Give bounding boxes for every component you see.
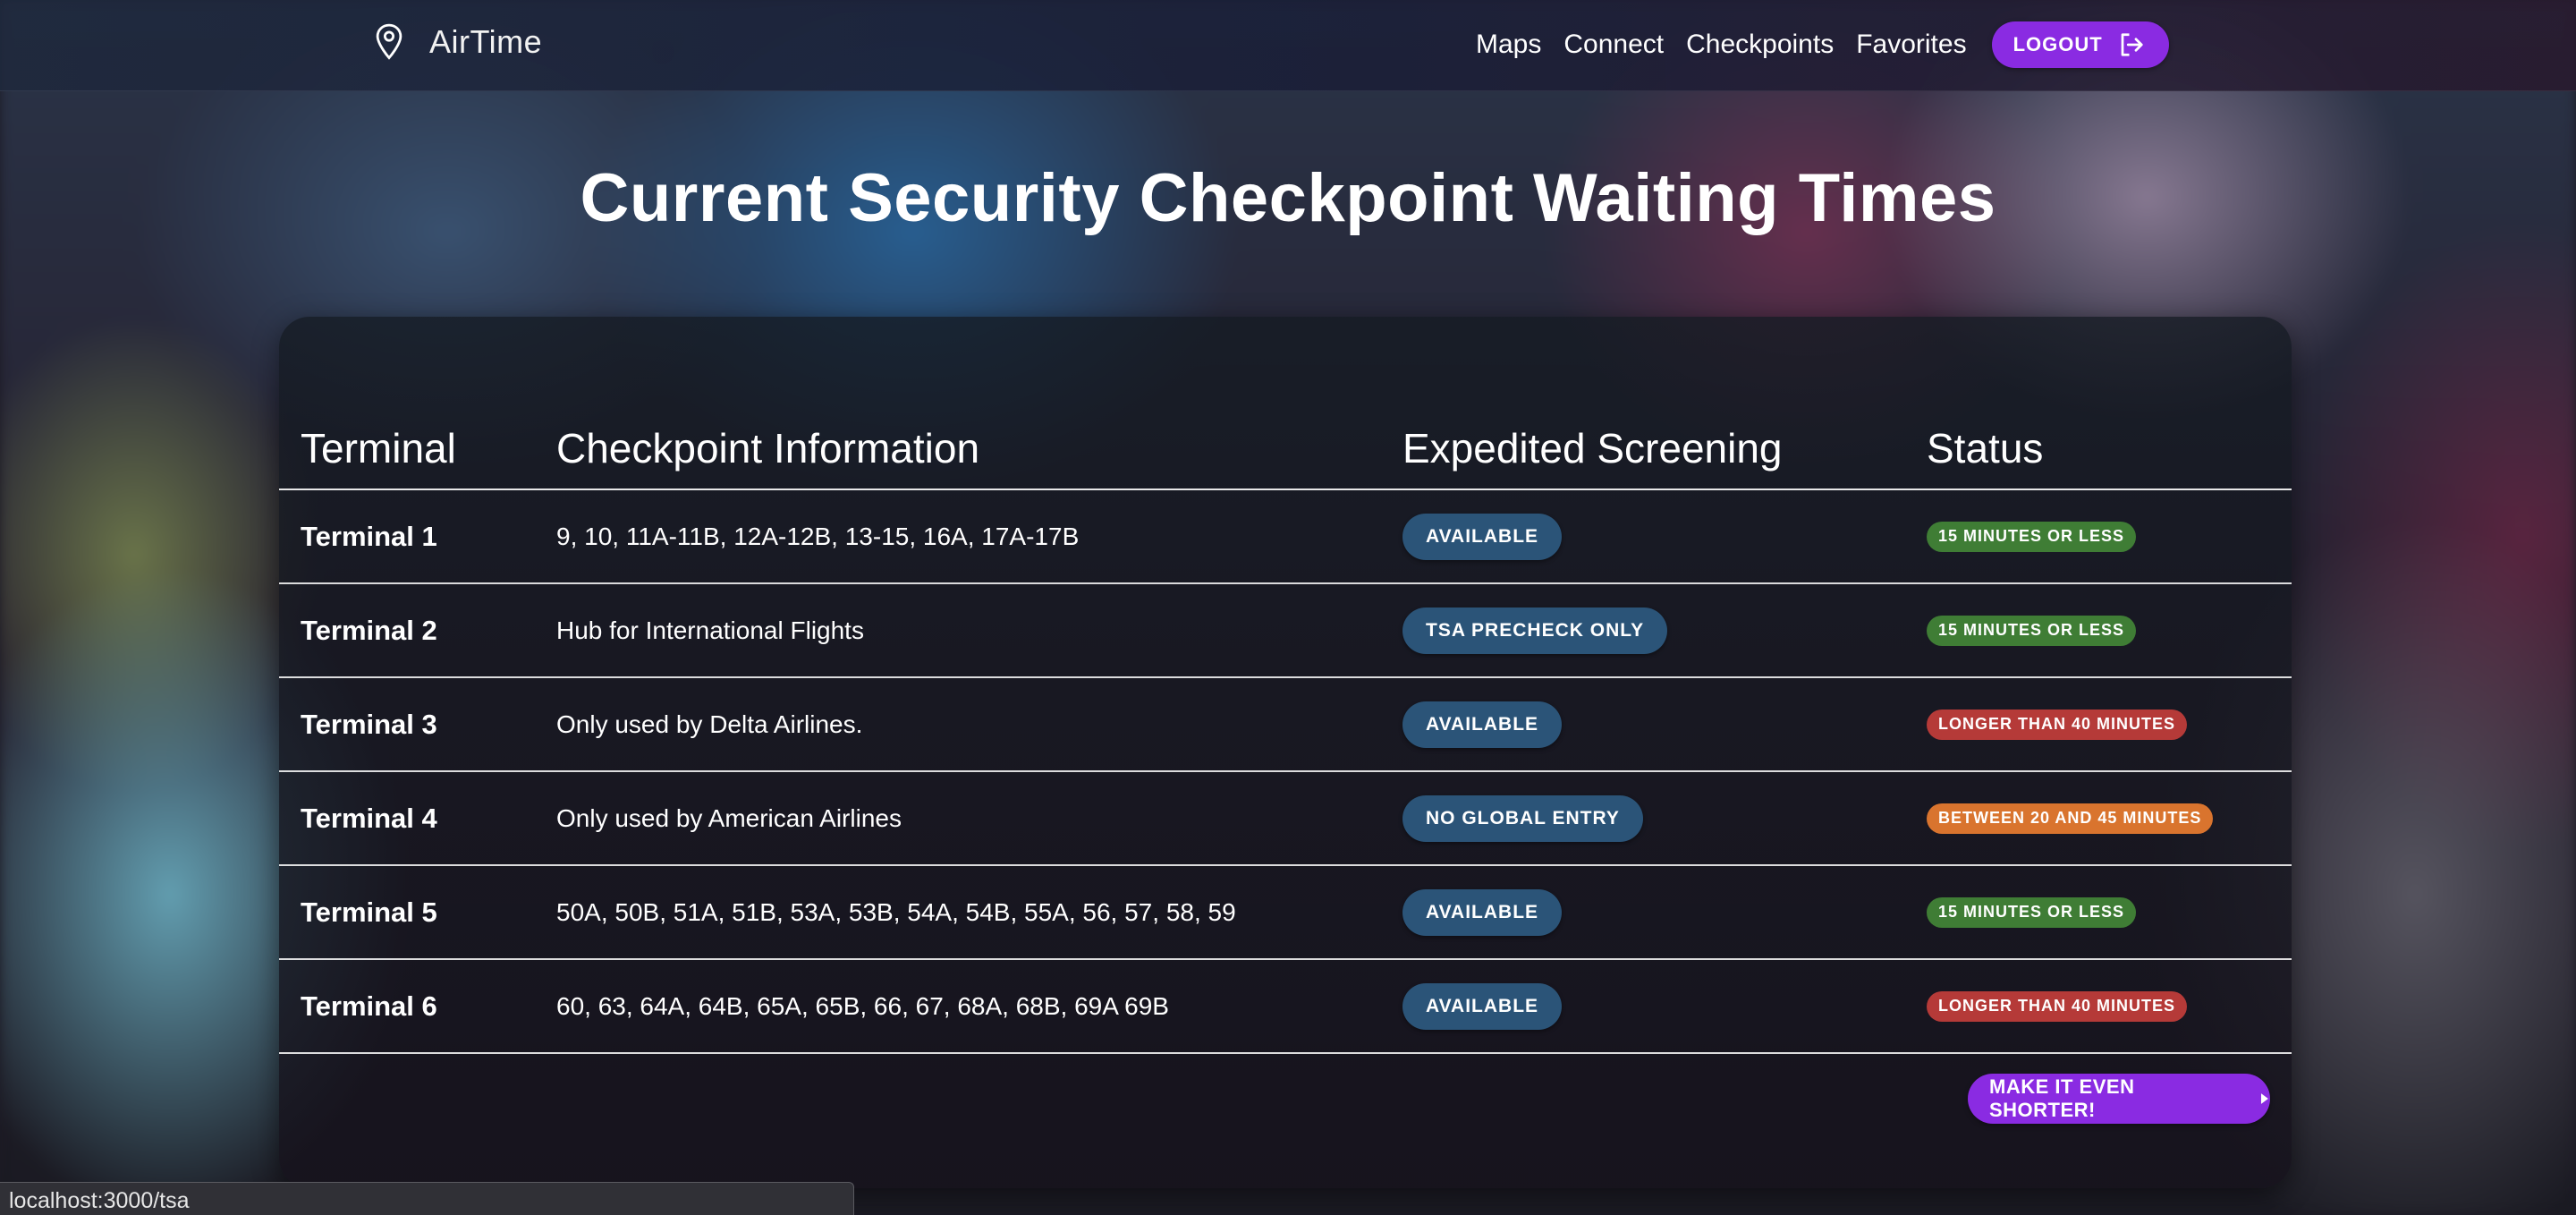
checkpoint-info: 9, 10, 11A-11B, 12A-12B, 13-15, 16A, 17A… — [556, 522, 1080, 550]
status-cell: 15 MINUTES OR LESS — [1927, 866, 2137, 958]
status-badge: LONGER THAN 40 MINUTES — [1927, 990, 2188, 1022]
expedited-cell: AVAILABLE — [1402, 678, 1563, 770]
expedited-cell: TSA PRECHECK ONLY — [1402, 584, 1668, 676]
table-row: Terminal 2 Hub for International Flights T… — [279, 584, 2292, 678]
terminal-name: Terminal 5 — [301, 896, 437, 928]
column-header-terminal: Terminal — [301, 425, 456, 472]
caret-right-icon — [2261, 1093, 2269, 1104]
expedited-badge[interactable]: TSA PRECHECK ONLY — [1402, 607, 1668, 654]
location-pin-icon — [376, 23, 402, 60]
checkpoint-info: Only used by Delta Airlines. — [556, 709, 863, 738]
table-row: Terminal 3 Only used by Delta Airlines. AV… — [279, 678, 2292, 772]
brand[interactable]: AirTime — [374, 23, 542, 61]
table-row: Terminal 1 9, 10, 11A-11B, 12A-12B, 13-15… — [279, 490, 2292, 584]
expedited-badge[interactable]: AVAILABLE — [1402, 701, 1563, 748]
checkpoint-table: Terminal Checkpoint Information Expedite… — [279, 422, 2292, 1054]
logout-button[interactable]: LOGOUT — [1991, 21, 2169, 68]
expedited-badge[interactable]: NO GLOBAL ENTRY — [1402, 794, 1643, 842]
terminal-name: Terminal 3 — [301, 708, 437, 740]
checkpoint-info: 50A, 50B, 51A, 51B, 53A, 53B, 54A, 54B, … — [556, 897, 1236, 926]
nav-link-checkpoints[interactable]: Checkpoints — [1686, 30, 1834, 60]
expedited-badge[interactable]: AVAILABLE — [1402, 513, 1563, 560]
table-row: Terminal 4 Only used by American Airlines… — [279, 772, 2292, 866]
expedited-cell: NO GLOBAL ENTRY — [1402, 772, 1643, 864]
status-cell: 15 MINUTES OR LESS — [1927, 584, 2137, 676]
checkpoint-info: Hub for International Flights — [556, 616, 864, 644]
column-header-status: Status — [1927, 425, 2044, 472]
expedited-badge[interactable]: AVAILABLE — [1402, 888, 1563, 936]
checkpoint-card: Terminal Checkpoint Information Expedite… — [279, 317, 2292, 1188]
status-cell: BETWEEN 20 AND 45 MINUTES — [1927, 772, 2214, 864]
brand-name: AirTime — [429, 23, 543, 60]
status-cell: LONGER THAN 40 MINUTES — [1927, 678, 2188, 770]
top-navbar: AirTime Maps Connect Checkpoints Favorit… — [0, 0, 2576, 91]
table-body: Terminal 1 9, 10, 11A-11B, 12A-12B, 13-15… — [279, 490, 2292, 1054]
page-title: Current Security Checkpoint Waiting Time… — [580, 160, 1996, 236]
logout-label: LOGOUT — [2012, 33, 2103, 55]
status-badge: BETWEEN 20 AND 45 MINUTES — [1927, 803, 2214, 834]
make-it-shorter-button[interactable]: MAKE IT EVEN SHORTER! — [1968, 1074, 2270, 1124]
checkpoint-info: 60, 63, 64A, 64B, 65A, 65B, 66, 67, 68A,… — [556, 991, 1169, 1020]
status-cell: LONGER THAN 40 MINUTES — [1927, 960, 2188, 1052]
table-row: Terminal 6 60, 63, 64A, 64B, 65A, 65B, 66… — [279, 960, 2292, 1054]
nav-link-favorites[interactable]: Favorites — [1856, 30, 1966, 60]
column-header-checkpoint-info: Checkpoint Information — [556, 425, 980, 472]
cta-label: MAKE IT EVEN SHORTER! — [1989, 1075, 2135, 1121]
status-badge: 15 MINUTES OR LESS — [1927, 615, 2137, 646]
status-badge: LONGER THAN 40 MINUTES — [1927, 709, 2188, 740]
browser-status-url: localhost:3000/tsa — [0, 1182, 854, 1215]
table-row: Terminal 5 50A, 50B, 51A, 51B, 53A, 53B, … — [279, 866, 2292, 960]
table-header: Terminal Checkpoint Information Expedite… — [279, 422, 2292, 490]
expedited-badge[interactable]: AVAILABLE — [1402, 982, 1563, 1030]
terminal-name: Terminal 4 — [301, 802, 437, 834]
terminal-name: Terminal 2 — [301, 614, 437, 646]
terminal-name: Terminal 1 — [301, 520, 437, 552]
expedited-cell: AVAILABLE — [1402, 866, 1563, 958]
status-cell: 15 MINUTES OR LESS — [1927, 490, 2137, 582]
logout-icon — [2121, 33, 2143, 56]
checkpoint-info: Only used by American Airlines — [556, 803, 902, 832]
column-header-expedited: Expedited Screening — [1402, 425, 1783, 472]
expedited-cell: AVAILABLE — [1402, 960, 1563, 1052]
expedited-cell: AVAILABLE — [1402, 490, 1563, 582]
status-badge: 15 MINUTES OR LESS — [1927, 521, 2137, 552]
main-nav: Maps Connect Checkpoints Favorites LOGOU… — [1476, 21, 2169, 68]
nav-link-maps[interactable]: Maps — [1476, 30, 1541, 60]
nav-link-connect[interactable]: Connect — [1563, 30, 1664, 60]
status-badge: 15 MINUTES OR LESS — [1927, 896, 2137, 928]
terminal-name: Terminal 6 — [301, 990, 437, 1022]
